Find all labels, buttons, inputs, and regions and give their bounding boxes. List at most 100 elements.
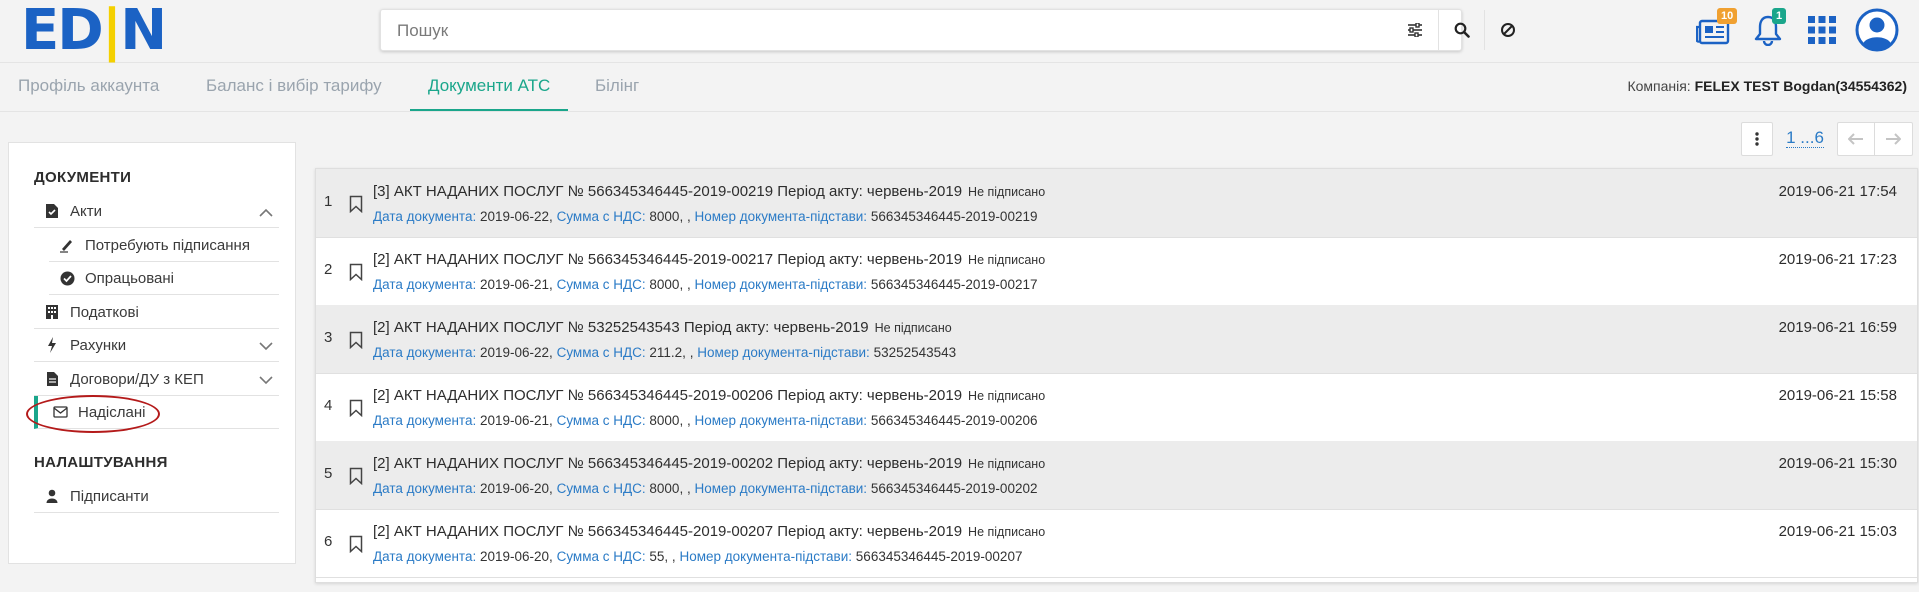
tab-billing[interactable]: Білінг (577, 63, 657, 109)
status-badge: Не підписано (968, 389, 1046, 403)
doc-date-value: 2019-06-21, (480, 413, 553, 428)
document-title[interactable]: [2] АКТ НАДАНИХ ПОСЛУГ № 566345346445-20… (373, 455, 1045, 472)
document-datetime: 2019-06-21 16:59 (1778, 319, 1897, 336)
basis-value: 566345346445-2019-00219 (870, 209, 1038, 224)
sidebar-item-tax[interactable]: Податкові (34, 296, 279, 329)
tab-ats-documents[interactable]: Документи АТС (410, 63, 569, 111)
basis-value: 566345346445-2019-00206 (870, 413, 1038, 428)
table-row[interactable]: 3 [2] АКТ НАДАНИХ ПОСЛУГ № 53252543543 Пе… (316, 305, 1917, 374)
row-number: 4 (324, 397, 333, 414)
table-row[interactable]: 4 [2] АКТ НАДАНИХ ПОСЛУГ № 566345346445-2… (316, 373, 1917, 442)
row-number: 2 (324, 261, 333, 278)
doc-date-value: 2019-06-22, (480, 209, 553, 224)
status-badge: Не підписано (968, 525, 1046, 539)
doc-date-label: Дата документа: (373, 209, 477, 224)
logo[interactable]: ED|N (21, 3, 167, 59)
next-page-button[interactable] (1875, 123, 1911, 155)
basis-value: 53252543543 (873, 345, 957, 360)
document-title[interactable]: [2] АКТ НАДАНИХ ПОСЛУГ № 566345346445-20… (373, 387, 1045, 404)
doc-date-value: 2019-06-22, (480, 345, 553, 360)
sum-label: Сумма с НДС: (556, 277, 646, 292)
company-label: Компанія: (1627, 78, 1691, 94)
doc-date-label: Дата документа: (373, 481, 477, 496)
page-range[interactable]: 1 ...6 (1780, 122, 1830, 154)
basis-label: Номер документа-підстави: (679, 549, 853, 564)
document-list: 1 [3] АКТ НАДАНИХ ПОСЛУГ № 566345346445-2… (315, 168, 1918, 583)
sidebar-item-label: Податкові (70, 303, 139, 321)
row-number: 5 (324, 465, 333, 482)
doc-date-label: Дата документа: (373, 345, 477, 360)
sum-label: Сумма с НДС: (556, 345, 646, 360)
sum-value: 8000, , (649, 413, 691, 428)
sum-label: Сумма с НДС: (556, 549, 646, 564)
bookmark-icon[interactable] (349, 467, 363, 490)
arrow-right-icon (1886, 133, 1901, 145)
document-datetime: 2019-06-21 17:23 (1778, 251, 1897, 268)
sum-label: Сумма с НДС: (556, 209, 646, 224)
user-circle-icon (1855, 8, 1899, 52)
basis-label: Номер документа-підстави: (697, 345, 870, 360)
search-button[interactable] (1438, 10, 1485, 50)
sidebar-item-invoices[interactable]: Рахунки (34, 329, 279, 362)
filter-settings-button[interactable] (1392, 10, 1438, 50)
table-row[interactable]: 2 [2] АКТ НАДАНИХ ПОСЛУГ № 566345346445-2… (316, 237, 1917, 306)
sidebar-item-signers[interactable]: Підписанти (34, 480, 279, 513)
sidebar-item-contracts[interactable]: Договори/ДУ з КЕП (34, 363, 279, 396)
pen-icon (57, 237, 77, 253)
notifications-button[interactable]: 1 (1748, 8, 1788, 50)
status-badge: Не підписано (968, 253, 1046, 267)
check-circle-icon (57, 271, 77, 286)
basis-label: Номер документа-підстави: (694, 481, 868, 496)
basis-label: Номер документа-підстави: (694, 277, 868, 292)
sidebar-item-acts[interactable]: Акти (34, 195, 279, 228)
search-input[interactable] (395, 10, 1399, 52)
document-title[interactable]: [3] АКТ НАДАНИХ ПОСЛУГ № 566345346445-20… (373, 183, 1045, 200)
status-badge: Не підписано (968, 457, 1046, 471)
sidebar-item-label: Акти (70, 202, 102, 220)
settings-heading: НАЛАШТУВАННЯ (34, 454, 168, 471)
sidebar-item-need-signing[interactable]: Потребують підписання (49, 229, 279, 262)
ban-icon (1501, 23, 1515, 37)
doc-date-label: Дата документа: (373, 549, 477, 564)
document-title[interactable]: [2] АКТ НАДАНИХ ПОСЛУГ № 566345346445-20… (373, 251, 1045, 268)
apps-menu-button[interactable] (1802, 10, 1842, 50)
document-meta: Дата документа: 2019-06-20, Сумма с НДС:… (373, 549, 1022, 564)
user-avatar[interactable] (1855, 8, 1899, 52)
document-datetime: 2019-06-21 17:54 (1778, 183, 1897, 200)
document-title[interactable]: [2] АКТ НАДАНИХ ПОСЛУГ № 53252543543 Пер… (373, 319, 952, 336)
document-meta: Дата документа: 2019-06-21, Сумма с НДС:… (373, 277, 1037, 292)
bookmark-icon[interactable] (349, 195, 363, 218)
tab-balance-tariff[interactable]: Баланс і вибір тарифу (188, 63, 400, 109)
company-info: Компанія: FELEX TEST Bogdan(34554362) (1627, 63, 1907, 109)
basis-value: 566345346445-2019-00202 (870, 481, 1038, 496)
pager-nav (1837, 122, 1913, 156)
table-row[interactable]: 1 [3] АКТ НАДАНИХ ПОСЛУГ № 566345346445-2… (316, 169, 1917, 238)
doc-date-label: Дата документа: (373, 277, 477, 292)
sum-value: 211.2, , (649, 345, 694, 360)
prev-page-button[interactable] (1838, 123, 1875, 155)
doc-date-value: 2019-06-20, (480, 481, 553, 496)
document-title[interactable]: [2] АКТ НАДАНИХ ПОСЛУГ № 566345346445-20… (373, 523, 1045, 540)
bolt-icon (42, 337, 62, 353)
sidebar-item-processed[interactable]: Опрацьовані (49, 262, 279, 295)
sum-value: 8000, , (649, 481, 691, 496)
bookmark-icon[interactable] (349, 535, 363, 558)
sum-label: Сумма с НДС: (556, 413, 646, 428)
document-datetime: 2019-06-21 15:30 (1778, 455, 1897, 472)
list-options-button[interactable] (1741, 122, 1773, 156)
table-row[interactable]: 6 [2] АКТ НАДАНИХ ПОСЛУГ № 566345346445-2… (316, 509, 1917, 578)
sidebar-item-label: Потребують підписання (85, 236, 250, 254)
table-row[interactable]: 5 [2] АКТ НАДАНИХ ПОСЛУГ № 566345346445-2… (316, 441, 1917, 510)
bookmark-icon[interactable] (349, 399, 363, 422)
clear-search-button[interactable] (1484, 10, 1531, 50)
news-button[interactable]: 10 (1693, 8, 1738, 50)
highlight-ellipse (26, 395, 160, 433)
bookmark-icon[interactable] (349, 331, 363, 354)
tab-account-profile[interactable]: Профіль аккаунта (0, 63, 177, 109)
basis-value: 566345346445-2019-00207 (855, 549, 1023, 564)
search-bar (380, 9, 1515, 52)
sidebar-item-label: Опрацьовані (85, 269, 174, 287)
sum-label: Сумма с НДС: (556, 481, 646, 496)
top-bar: ED|N 10 1 (0, 0, 1919, 63)
bookmark-icon[interactable] (349, 263, 363, 286)
